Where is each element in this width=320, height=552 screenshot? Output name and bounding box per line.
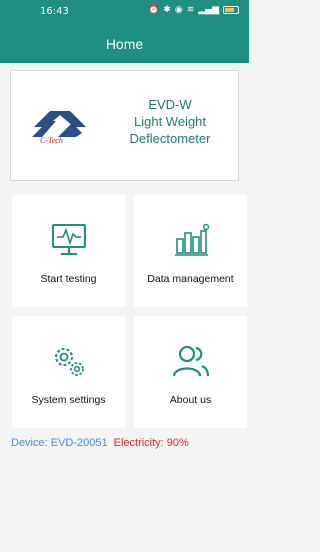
- system-settings-button[interactable]: System settings: [12, 316, 125, 428]
- bar-chart-icon: [175, 223, 210, 256]
- wifi-icon: ≋: [186, 5, 195, 15]
- bluetooth-icon: ✱: [163, 5, 171, 15]
- status-bar: 16:43 ⏰ ✱ ◉ ≋ ▂▄▆: [0, 0, 249, 26]
- system-settings-label: System settings: [31, 394, 106, 406]
- about-us-label: About us: [169, 394, 212, 406]
- status-time: 16:43: [40, 6, 69, 17]
- battery-icon: [223, 6, 239, 14]
- device-id: Device: EVD-20051: [11, 437, 108, 449]
- product-banner: C-Tech EVD-W Light Weight Deflectometer: [10, 70, 239, 181]
- monitor-pulse-icon: [52, 224, 86, 255]
- data-management-button[interactable]: Data management: [134, 195, 247, 307]
- signal-icon: ▂▄▆: [198, 5, 219, 15]
- device-status: Device: EVD-20051 Electricity: 90%: [11, 437, 189, 449]
- start-testing-button[interactable]: Start testing: [12, 195, 125, 307]
- page-title: Home: [105, 36, 144, 52]
- alarm-icon: ⏰: [148, 5, 160, 15]
- logo-text: C-Tech: [40, 136, 63, 145]
- data-management-label: Data management: [147, 273, 234, 285]
- product-name-line2: Deflectometer: [129, 131, 211, 146]
- battery-level: Electricity: 90%: [113, 437, 189, 449]
- location-icon: ◉: [174, 5, 183, 15]
- gears-icon: [55, 348, 84, 376]
- title-bar: Home: [0, 26, 249, 63]
- about-us-button[interactable]: About us: [134, 316, 247, 428]
- users-icon: [172, 345, 210, 377]
- status-icons: ⏰ ✱ ◉ ≋ ▂▄▆: [148, 5, 239, 15]
- product-model: EVD-W: [148, 97, 192, 112]
- start-testing-label: Start testing: [40, 273, 97, 285]
- product-name-line1: Light Weight: [133, 114, 207, 129]
